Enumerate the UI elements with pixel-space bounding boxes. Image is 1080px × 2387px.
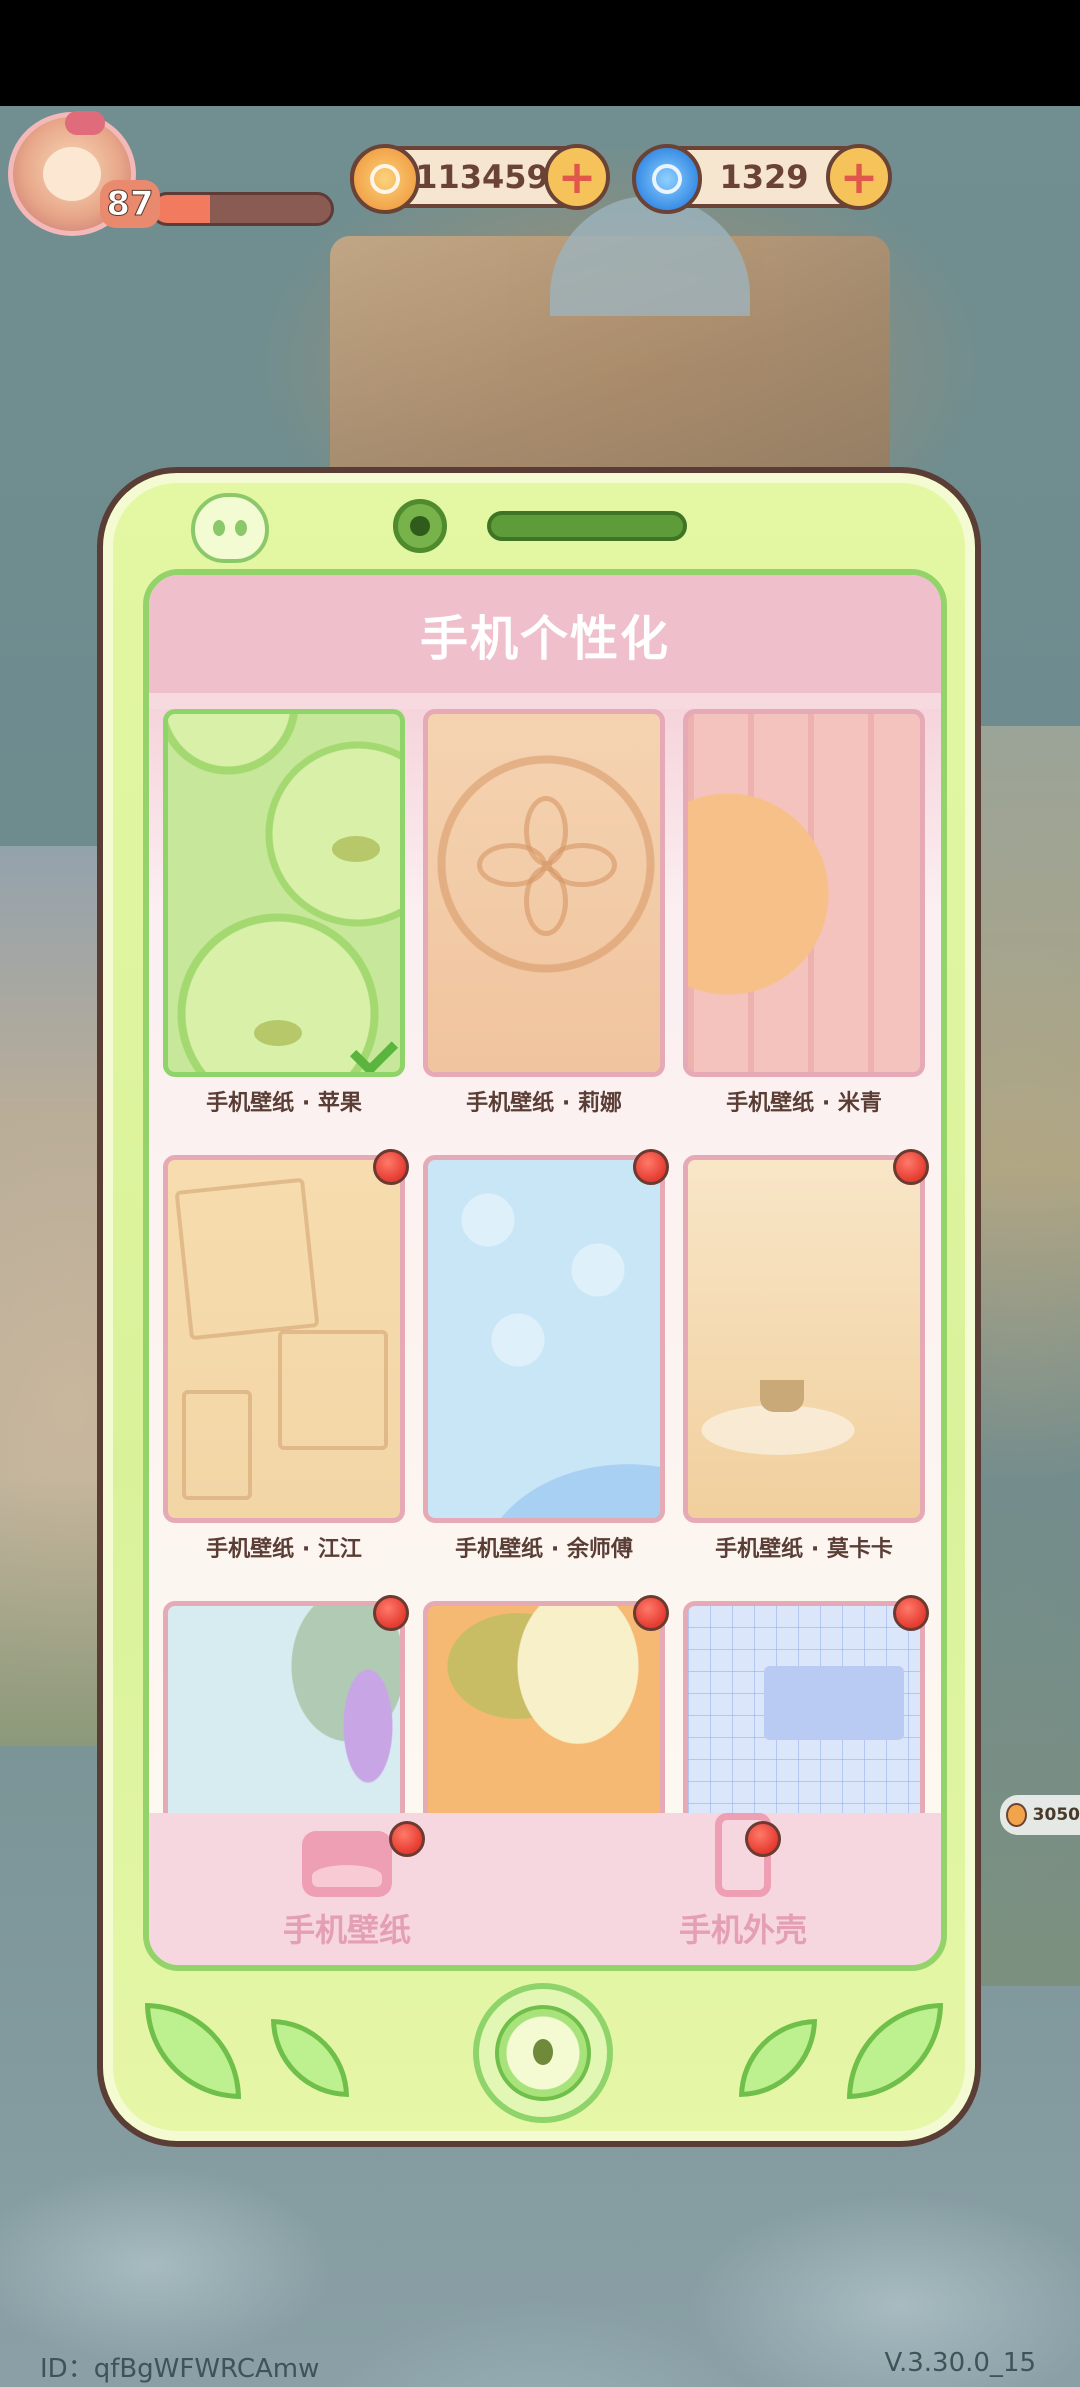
- teacup-icon: [760, 1380, 804, 1412]
- apple-half-icon: [495, 2005, 591, 2101]
- phone-bottom-bar: [103, 1983, 975, 2133]
- header-divider: [149, 693, 941, 709]
- wallpaper-tile-wisteria[interactable]: [163, 1595, 409, 1819]
- new-badge: [373, 1149, 409, 1185]
- wallpaper-thumbnail: [683, 709, 925, 1077]
- wallpaper-label: 手机壁纸 · 余师傅: [455, 1537, 633, 1562]
- new-badge: [893, 1149, 929, 1185]
- leaf-decoration: [145, 2003, 241, 2099]
- xp-progress-bar: [150, 192, 334, 226]
- category-tab-bar: 手机壁纸 手机外壳: [149, 1813, 941, 1965]
- home-button[interactable]: [473, 1983, 613, 2123]
- wallpaper-tile-apple[interactable]: 手机壁纸 · 苹果: [163, 709, 405, 1117]
- gold-amount: 113459: [415, 158, 549, 196]
- phone-speaker: [487, 511, 687, 541]
- selected-check-icon: [349, 1027, 399, 1072]
- leaf-decoration: [739, 2019, 817, 2097]
- wallpaper-tile-miqing[interactable]: 手机壁纸 · 米青: [683, 709, 925, 1117]
- avatar-face: [43, 147, 101, 201]
- phone-screen: 手机个性化 手机壁纸 · 苹果 手机壁纸 · 莉娜 手机壁纸 · 米青 手机壁纸…: [143, 569, 947, 1971]
- new-badge: [373, 1595, 409, 1631]
- new-badge: [893, 1595, 929, 1631]
- wallpaper-tile-lina[interactable]: 手机壁纸 · 莉娜: [423, 709, 665, 1117]
- tab-phone-case-label: 手机外壳: [678, 1911, 807, 1949]
- phone-customization-modal: 手机个性化 手机壁纸 · 苹果 手机壁纸 · 莉娜 手机壁纸 · 米青 手机壁纸…: [97, 467, 981, 2147]
- level-badge: 87: [100, 180, 160, 228]
- wallpaper-tile-mokaka[interactable]: 手机壁纸 · 莫卡卡: [683, 1149, 929, 1563]
- xp-progress-fill: [153, 195, 210, 223]
- new-badge: [633, 1595, 669, 1631]
- wallpaper-tile-jiangjiang[interactable]: 手机壁纸 · 江江: [163, 1149, 409, 1563]
- app-version: V.3.30.0_15: [884, 2348, 1036, 2378]
- wallpaper-icon: [302, 1831, 392, 1897]
- user-id: ID：qfBgWFWRCAmw: [40, 2354, 320, 2384]
- apple-logo-icon: [191, 493, 269, 563]
- wallpaper-thumbnail: [163, 709, 405, 1077]
- modal-header: 手机个性化: [149, 575, 941, 693]
- status-bar: [0, 0, 1080, 106]
- coin-icon: [1006, 1803, 1027, 1827]
- blue-gem-icon: [632, 144, 702, 214]
- wallpaper-label: 手机壁纸 · 莉娜: [466, 1091, 622, 1116]
- wallpaper-label: 手机壁纸 · 米青: [726, 1091, 882, 1116]
- side-reward-amount: 3050: [1032, 1805, 1080, 1825]
- background-building-left: [0, 846, 110, 1746]
- wallpaper-label: 手机壁纸 · 苹果: [206, 1091, 362, 1116]
- wallpaper-tile-orange[interactable]: [423, 1595, 669, 1819]
- wallpaper-thumbnail: [423, 1155, 665, 1523]
- window-panel: [764, 1666, 904, 1740]
- wallpaper-thumbnail: [163, 1155, 405, 1523]
- new-badge: [745, 1821, 781, 1857]
- wallpaper-thumbnail: [163, 1601, 405, 1819]
- avatar-bow: [65, 111, 105, 135]
- wallpaper-list[interactable]: 手机壁纸 · 苹果 手机壁纸 · 莉娜 手机壁纸 · 米青 手机壁纸 · 江江 …: [149, 709, 941, 1819]
- wallpaper-thumbnail: [683, 1155, 925, 1523]
- wallpaper-thumbnail: [683, 1601, 925, 1819]
- new-badge: [633, 1149, 669, 1185]
- wallpaper-thumbnail: [423, 1601, 665, 1819]
- gem-amount: 1329: [719, 158, 809, 196]
- wallpaper-thumbnail: [423, 709, 665, 1077]
- gem-currency: 1329 +: [632, 144, 892, 214]
- tab-phone-case[interactable]: 手机外壳: [545, 1813, 941, 1965]
- wallpaper-label: 手机壁纸 · 莫卡卡: [715, 1537, 893, 1562]
- camera-icon: [393, 499, 447, 553]
- add-gem-button[interactable]: +: [826, 144, 892, 210]
- tab-wallpaper[interactable]: 手机壁纸: [149, 1813, 545, 1965]
- wallpaper-grid: 手机壁纸 · 苹果 手机壁纸 · 莉娜 手机壁纸 · 米青 手机壁纸 · 江江 …: [163, 709, 939, 1819]
- side-reward-bubble[interactable]: 3050: [1000, 1795, 1080, 1835]
- new-badge: [389, 1821, 425, 1857]
- gold-currency: 113459 +: [350, 144, 610, 214]
- tab-wallpaper-label: 手机壁纸: [282, 1911, 411, 1949]
- wallpaper-tile-yushifu[interactable]: 手机壁纸 · 余师傅: [423, 1149, 669, 1563]
- gold-coin-icon: [350, 144, 420, 214]
- add-gold-button[interactable]: +: [544, 144, 610, 210]
- leaf-decoration: [271, 2019, 349, 2097]
- wallpaper-tile-grid[interactable]: [683, 1595, 929, 1819]
- leaf-decoration: [847, 2003, 943, 2099]
- modal-title: 手机个性化: [419, 611, 670, 667]
- wallpaper-label: 手机壁纸 · 江江: [206, 1537, 362, 1562]
